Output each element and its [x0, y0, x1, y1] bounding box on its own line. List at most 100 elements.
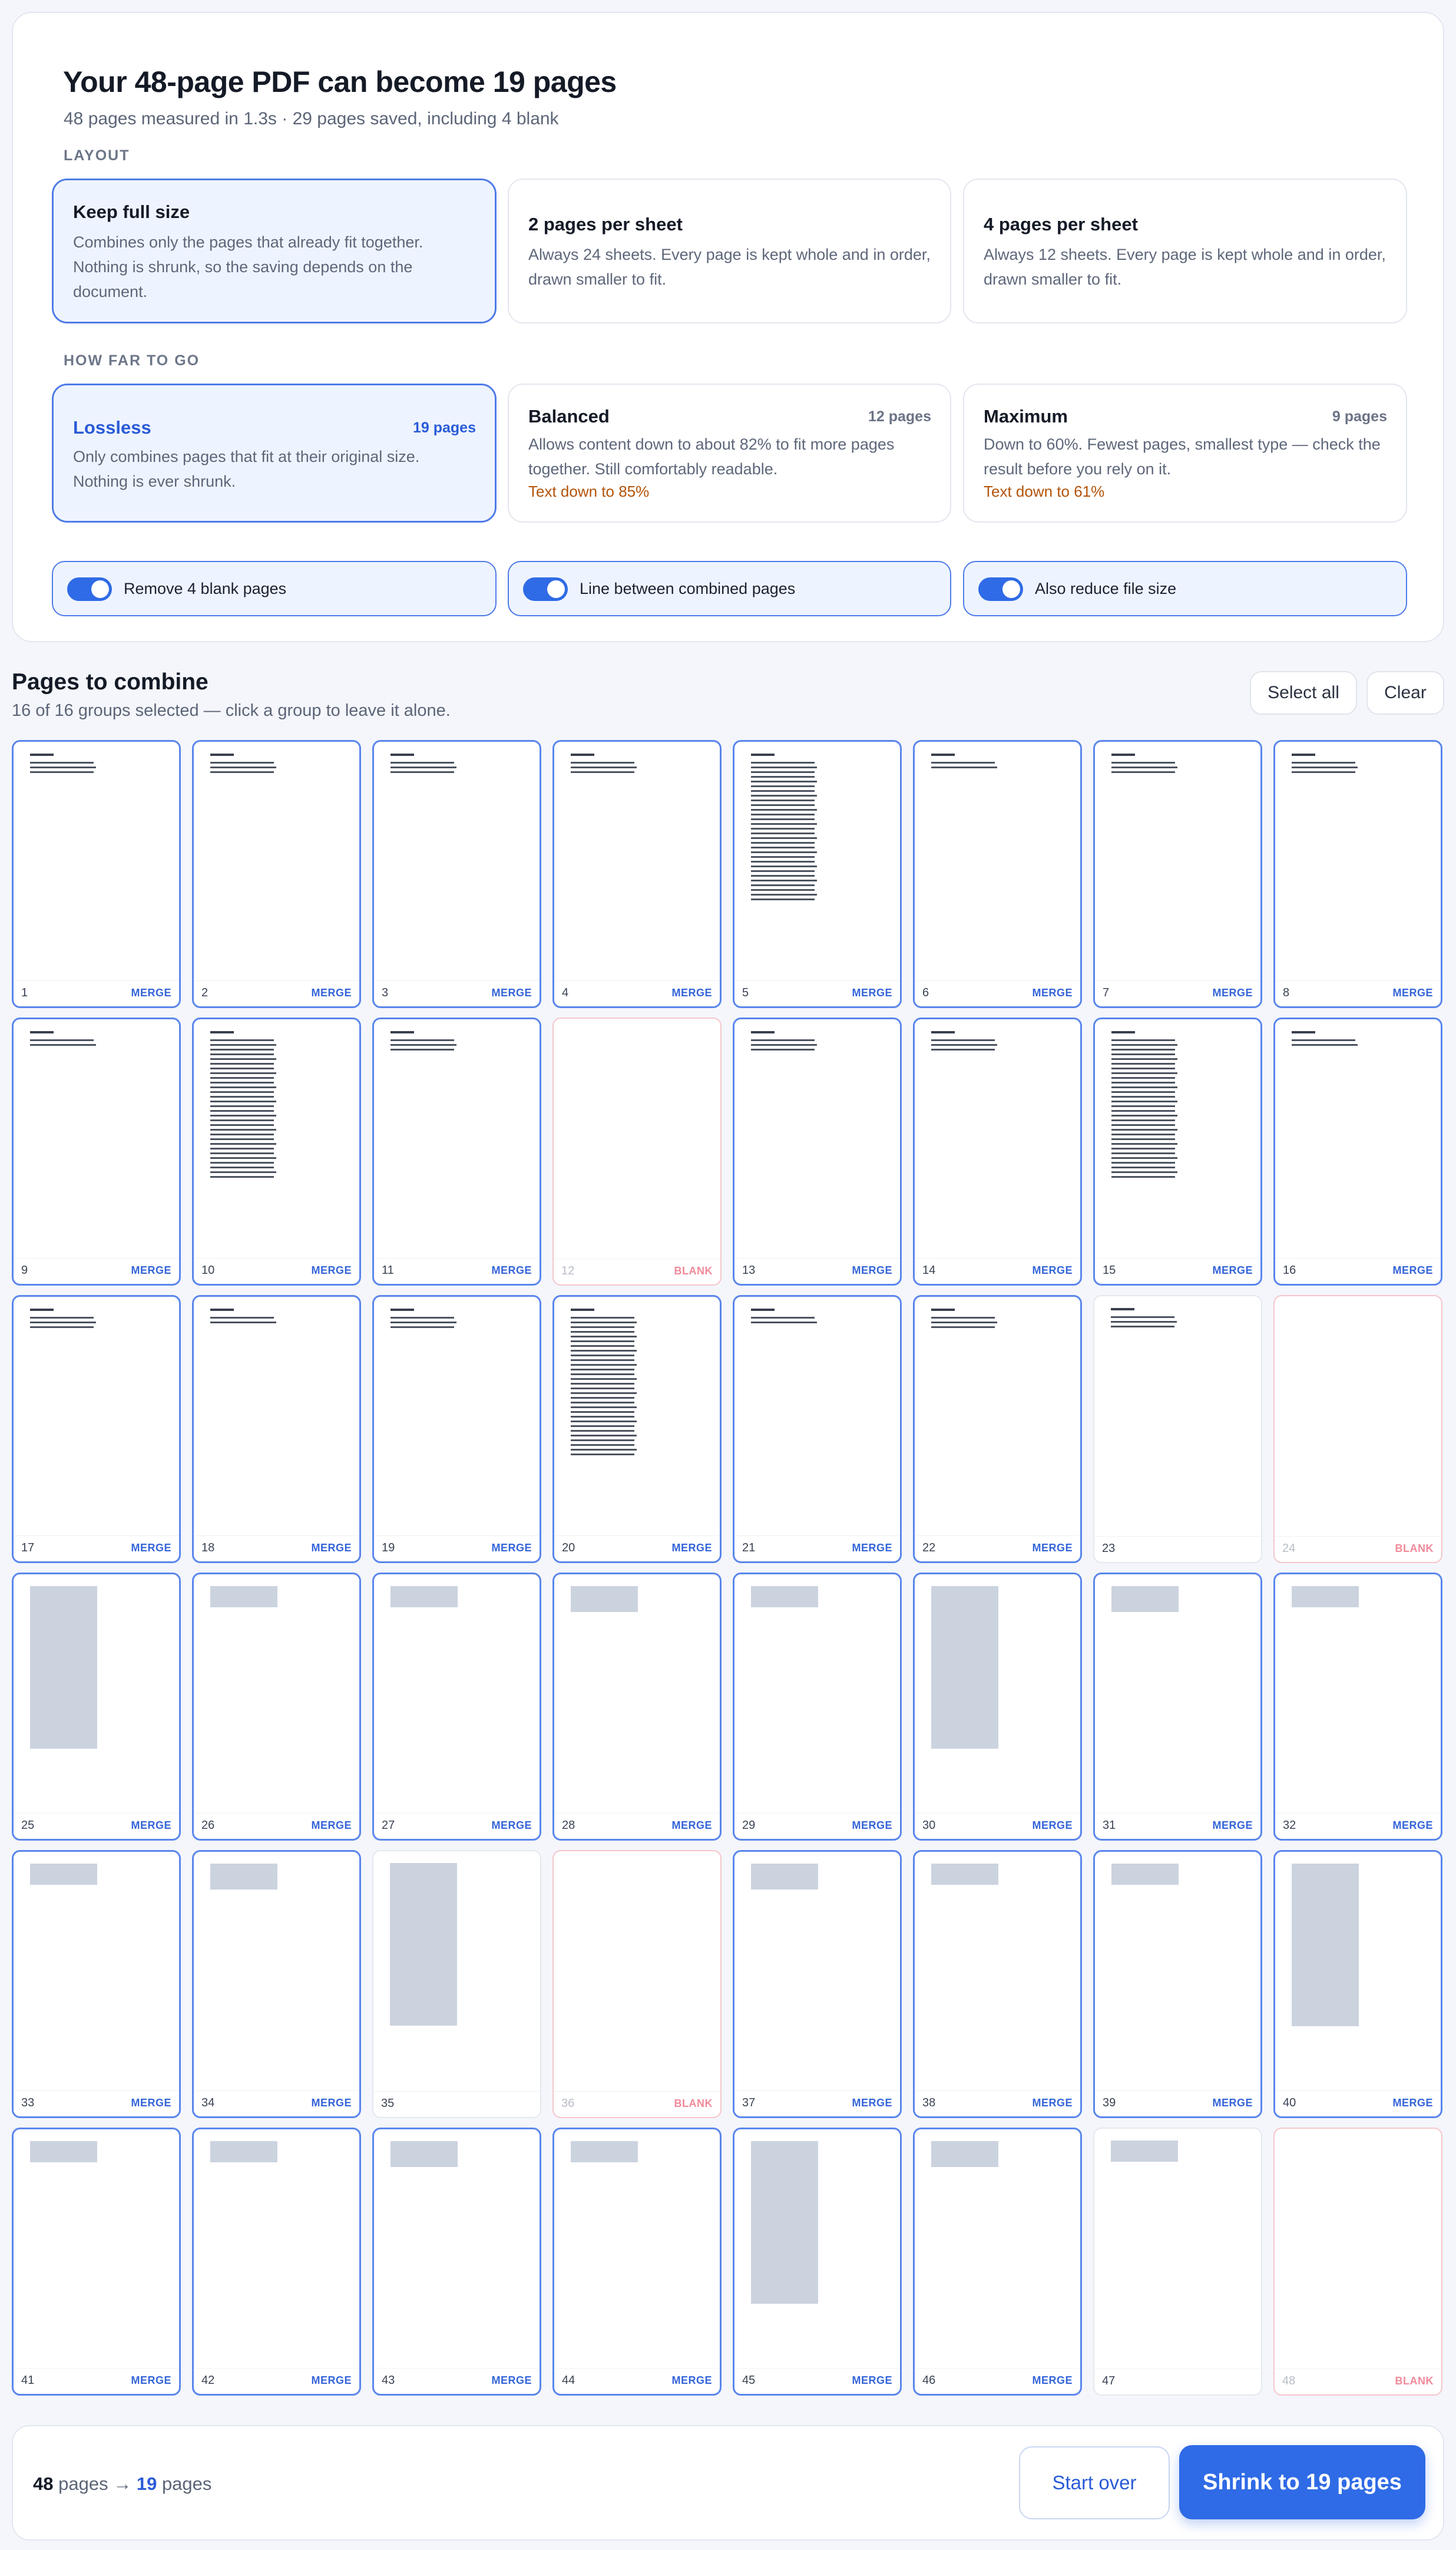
option-warning: Text down to 61% — [984, 483, 1105, 500]
page-thumb[interactable]: 30 MERGE — [913, 1573, 1082, 1841]
page-thumb[interactable]: 42 MERGE — [192, 2128, 361, 2396]
page-footer: 30 MERGE — [915, 1813, 1080, 1839]
page-thumb[interactable]: 39 MERGE — [1093, 1850, 1262, 2118]
layout-option-2-per-sheet[interactable]: 2 pages per sheet Always 24 sheets. Ever… — [508, 179, 951, 323]
page-thumb[interactable]: 20 MERGE — [552, 1295, 722, 1563]
page-thumb[interactable]: 15 MERGE — [1093, 1018, 1262, 1286]
page-thumb[interactable]: 10 MERGE — [192, 1018, 361, 1286]
page-thumb[interactable]: 46 MERGE — [913, 2128, 1082, 2396]
toggle-reduce-size[interactable]: Also reduce file size — [963, 561, 1407, 616]
toggle-switch[interactable] — [523, 577, 568, 601]
page-thumb[interactable]: 36 BLANK — [552, 1850, 722, 2118]
page-status-tag: MERGE — [491, 1819, 532, 1831]
page-thumb[interactable]: 7 MERGE — [1093, 740, 1262, 1008]
page-status-tag: BLANK — [674, 1265, 713, 1277]
page-text-preview — [751, 1031, 817, 1053]
page-number: 48 — [1282, 2374, 1296, 2387]
page-thumb[interactable]: 12 BLANK — [552, 1018, 722, 1286]
page-thumb[interactable]: 2 MERGE — [192, 740, 361, 1008]
page-thumb[interactable]: 32 MERGE — [1273, 1573, 1442, 1841]
page-thumb[interactable]: 18 MERGE — [192, 1295, 361, 1563]
page-thumb[interactable]: 35 — [372, 1850, 541, 2118]
page-grid: 1 MERGE 2 MERGE 3 MERGE 4 MERGE 5 MERGE 6 MERGE 7 MER… — [12, 740, 1444, 2396]
mode-option-maximum[interactable]: Maximum 9 pages Down to 60%. Fewest page… — [963, 384, 1407, 523]
page-thumb[interactable]: 19 MERGE — [372, 1295, 541, 1563]
toggle-switch[interactable] — [978, 577, 1023, 601]
page-thumb[interactable]: 25 MERGE — [12, 1573, 181, 1841]
page-thumb[interactable]: 13 MERGE — [733, 1018, 902, 1286]
page-footer: 28 MERGE — [554, 1813, 720, 1839]
page-status-tag: MERGE — [1392, 1264, 1433, 1276]
page-thumb[interactable]: 23 — [1093, 1295, 1262, 1563]
page-thumb[interactable]: 27 MERGE — [372, 1573, 541, 1841]
page-number: 19 — [382, 1541, 395, 1554]
page-thumb[interactable]: 40 MERGE — [1273, 1850, 1442, 2118]
page-thumb[interactable]: 1 MERGE — [12, 740, 181, 1008]
page-number: 47 — [1102, 2374, 1116, 2387]
page-thumb[interactable]: 9 MERGE — [12, 1018, 181, 1286]
option-description: Always 12 sheets. Every page is kept who… — [984, 246, 1386, 288]
page-number: 16 — [1283, 1264, 1296, 1277]
toggle-remove-blank[interactable]: Remove 4 blank pages — [52, 561, 497, 616]
page-footer: 40 MERGE — [1275, 2090, 1441, 2116]
page-footer: 22 MERGE — [915, 1535, 1080, 1561]
option-pages: 12 pages — [868, 408, 931, 425]
page-thumb[interactable]: 4 MERGE — [552, 740, 722, 1008]
page-thumb[interactable]: 44 MERGE — [552, 2128, 722, 2396]
page-thumb[interactable]: 17 MERGE — [12, 1295, 181, 1563]
page-number: 40 — [1283, 2096, 1296, 2109]
page-thumb[interactable]: 47 — [1093, 2128, 1262, 2396]
page-thumb[interactable]: 24 BLANK — [1273, 1295, 1442, 1563]
mode-option-balanced[interactable]: Balanced 12 pages Allows content down to… — [508, 384, 951, 523]
page-thumb[interactable]: 31 MERGE — [1093, 1573, 1262, 1841]
page-thumb[interactable]: 26 MERGE — [192, 1573, 361, 1841]
toggle-line-between[interactable]: Line between combined pages — [508, 561, 951, 616]
page-thumb[interactable]: 5 MERGE — [733, 740, 902, 1008]
page-footer: 37 MERGE — [734, 2090, 900, 2116]
mode-option-lossless[interactable]: Lossless 19 pages Only combines pages th… — [52, 384, 497, 523]
select-all-button[interactable]: Select all — [1250, 671, 1357, 715]
page-thumb[interactable]: 8 MERGE — [1273, 740, 1442, 1008]
page-number: 6 — [922, 986, 929, 999]
page-number: 13 — [742, 1264, 756, 1277]
page-thumb[interactable]: 38 MERGE — [913, 1850, 1082, 2118]
page-status-tag: MERGE — [1392, 1819, 1433, 1831]
page-thumb[interactable]: 45 MERGE — [733, 2128, 902, 2396]
page-thumb[interactable]: 37 MERGE — [733, 1850, 902, 2118]
page-thumb[interactable]: 11 MERGE — [372, 1018, 541, 1286]
page-thumb[interactable]: 33 MERGE — [12, 1850, 181, 2118]
page-footer: 44 MERGE — [554, 2368, 720, 2394]
page-footer: 15 MERGE — [1095, 1258, 1260, 1284]
page-thumb[interactable]: 28 MERGE — [552, 1573, 722, 1841]
page-thumb[interactable]: 14 MERGE — [913, 1018, 1082, 1286]
layout-option-keep-full-size[interactable]: Keep full size Combines only the pages t… — [52, 179, 497, 323]
page-number: 17 — [21, 1541, 35, 1554]
page-status-tag: MERGE — [852, 1264, 892, 1276]
page-status-tag: BLANK — [1395, 1542, 1434, 1554]
page-footer: 47 — [1094, 2369, 1261, 2394]
page-footer: 31 MERGE — [1095, 1813, 1260, 1839]
page-text-preview — [751, 1309, 817, 1326]
page-thumb[interactable]: 48 BLANK — [1273, 2128, 1442, 2396]
page-thumb[interactable]: 41 MERGE — [12, 2128, 181, 2396]
page-thumb[interactable]: 16 MERGE — [1273, 1018, 1442, 1286]
page-number: 42 — [201, 2374, 215, 2387]
page-thumb[interactable]: 6 MERGE — [913, 740, 1082, 1008]
page-thumb[interactable]: 22 MERGE — [913, 1295, 1082, 1563]
clear-button[interactable]: Clear — [1366, 671, 1444, 715]
page-thumb[interactable]: 29 MERGE — [733, 1573, 902, 1841]
page-status-tag: MERGE — [671, 2374, 712, 2386]
pages-before: 48 — [33, 2473, 54, 2494]
toggle-label: Line between combined pages — [580, 580, 796, 597]
page-status-tag: MERGE — [311, 1542, 352, 1554]
page-thumb[interactable]: 21 MERGE — [733, 1295, 902, 1563]
page-thumb[interactable]: 34 MERGE — [192, 1850, 361, 2118]
page-status-tag: MERGE — [491, 987, 532, 999]
start-over-button[interactable]: Start over — [1019, 2446, 1170, 2519]
page-status-tag: MERGE — [131, 2374, 171, 2386]
page-thumb[interactable]: 43 MERGE — [372, 2128, 541, 2396]
toggle-switch[interactable] — [67, 577, 112, 601]
page-thumb[interactable]: 3 MERGE — [372, 740, 541, 1008]
shrink-button[interactable]: Shrink to 19 pages — [1179, 2445, 1425, 2519]
layout-option-4-per-sheet[interactable]: 4 pages per sheet Always 12 sheets. Ever… — [963, 179, 1407, 323]
